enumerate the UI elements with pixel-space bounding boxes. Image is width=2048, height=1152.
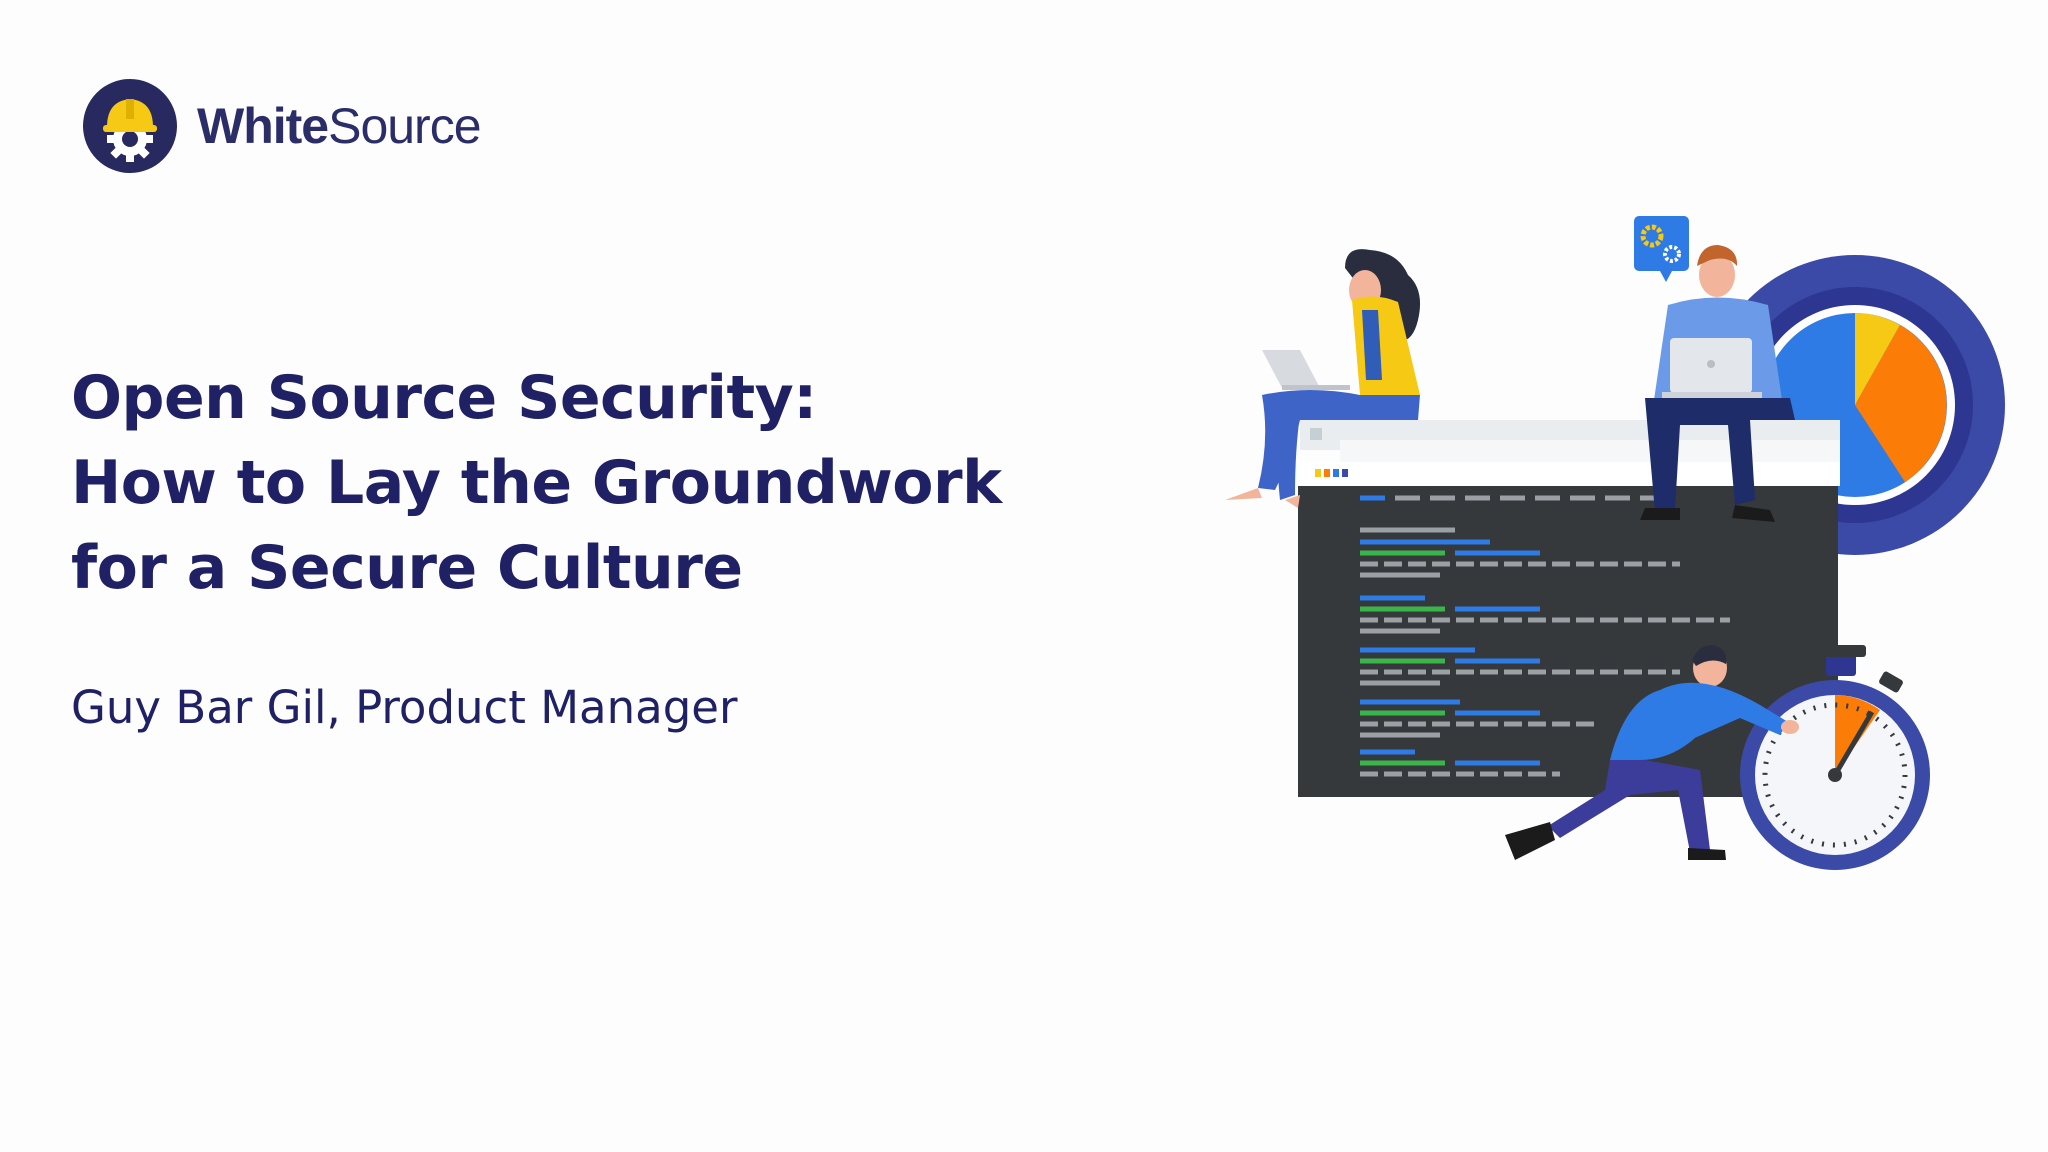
developer-illustration [1225, 216, 2005, 870]
title-line: Open Source Security: [71, 363, 817, 433]
settings-bubble-icon [1634, 216, 1689, 282]
presenter-line: Guy Bar Gil, Product Manager [71, 681, 738, 734]
brand-name: WhiteSource [197, 97, 482, 155]
title-line: for a Secure Culture [71, 533, 743, 603]
slide-title: Open Source Security: How to Lay the Gro… [71, 356, 1002, 611]
title-line: How to Lay the Groundwork [71, 448, 1002, 518]
brand-name-bold: White [197, 98, 329, 154]
hardhat-gear-icon [83, 79, 177, 173]
whitesource-logo: WhiteSource [83, 79, 482, 173]
brand-name-light: Source [328, 98, 481, 154]
browser-window-icon [1300, 420, 1840, 486]
